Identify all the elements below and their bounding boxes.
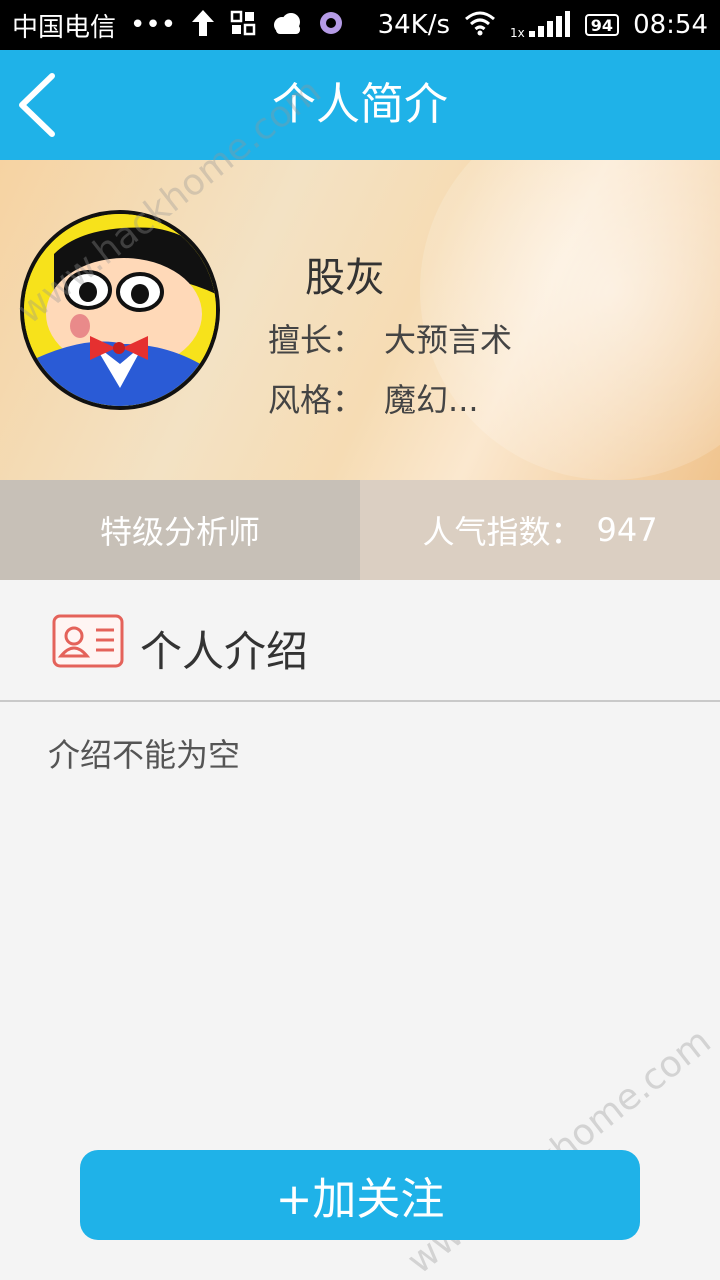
follow-button[interactable]: +加关注 (80, 1150, 640, 1240)
specialty-value: 大预言术 (384, 321, 513, 359)
user-name: 股灰 (305, 255, 385, 301)
upload-arrow-icon (190, 8, 216, 42)
battery-indicator: 94 (584, 14, 620, 36)
clock: 08:54 (633, 10, 708, 40)
id-card-icon (52, 614, 124, 668)
back-arrow-icon (19, 73, 55, 137)
section-title: 个人介绍 (140, 627, 309, 676)
popularity-stat: 人气指数： 947 (360, 480, 720, 580)
wifi-icon (464, 10, 496, 40)
intro-text: 介绍不能为空 (48, 736, 241, 774)
style-row: 风格： 魔幻... (268, 375, 479, 421)
rank-badge: 特级分析师 (0, 480, 360, 580)
page-title: 个人简介 (272, 79, 448, 130)
grid-app-icon (230, 10, 256, 40)
title-bar: 个人简介 (0, 50, 720, 160)
intro-section-header: 个人介绍 (0, 582, 720, 702)
profile-header: 股灰 擅长： 大预言术 风格： 魔幻... (0, 160, 720, 480)
stats-strip: 特级分析师 人气指数： 947 (0, 480, 720, 580)
style-label: 风格： (268, 381, 365, 419)
cell-signal-icon: 1x (510, 11, 571, 39)
weather-cloud-icon (270, 10, 304, 40)
network-speed: 34K/s (377, 10, 451, 40)
popularity-label: 人气指数： (422, 513, 583, 551)
back-button[interactable] (10, 68, 80, 142)
notification-dots: ••• (130, 10, 177, 40)
style-value: 魔幻... (384, 381, 479, 419)
popularity-value: 947 (596, 511, 658, 549)
status-bar: 中国电信 ••• 34K/s 1x 94 08:54 (0, 0, 720, 50)
circle-app-icon (318, 10, 344, 40)
carrier-label: 中国电信 (12, 12, 117, 43)
specialty-row: 擅长： 大预言术 (268, 315, 512, 361)
specialty-label: 擅长： (268, 321, 365, 359)
